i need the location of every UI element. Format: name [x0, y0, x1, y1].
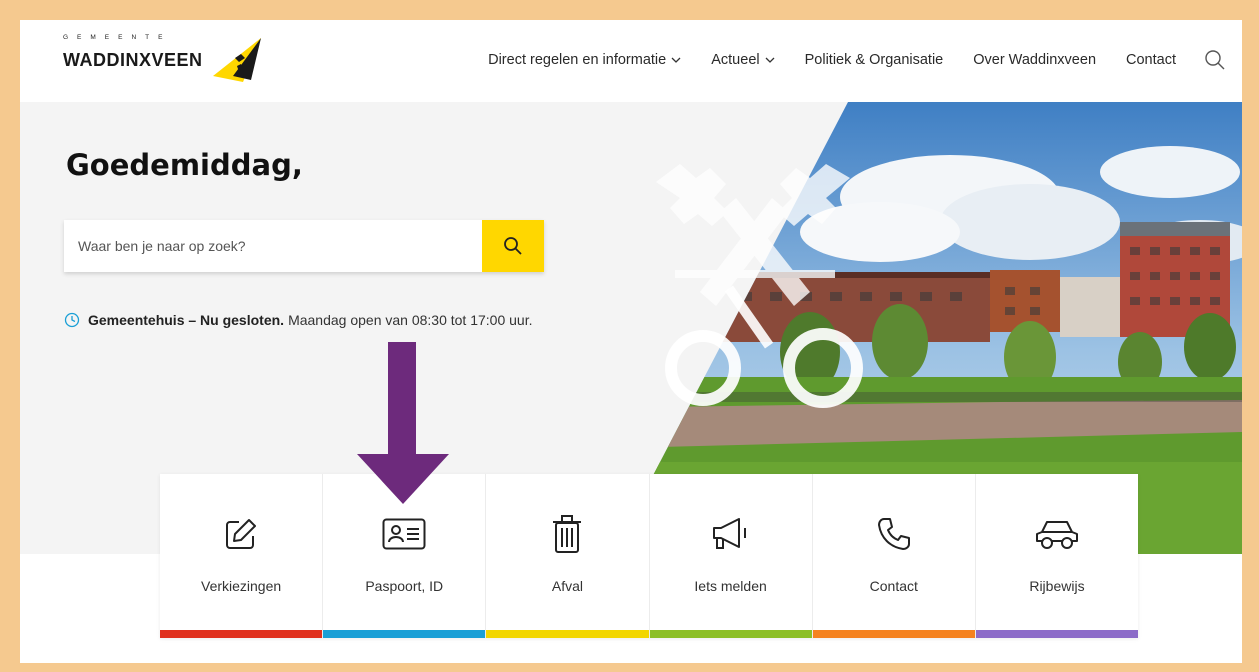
status-heading: Gemeentehuis – Nu gesloten.: [88, 312, 285, 328]
greeting-heading: Goedemiddag,: [66, 148, 303, 182]
tile-label: Paspoort, ID: [365, 578, 444, 594]
megaphone-icon: [711, 512, 751, 556]
tile-contact[interactable]: Contact: [812, 474, 976, 638]
main-navigation: Direct regelen en informatie Actueel Pol…: [488, 49, 1226, 71]
tile-afval[interactable]: Afval: [486, 474, 650, 638]
trash-icon: [552, 512, 582, 556]
chevron-down-icon: [765, 57, 775, 63]
search-button[interactable]: [482, 220, 544, 272]
tile-label: Rijbewijs: [1029, 578, 1085, 594]
tile-rijbewijs[interactable]: Rijbewijs: [975, 474, 1139, 638]
tile-label: Contact: [869, 578, 918, 594]
tile-color-bar: [323, 630, 486, 638]
id-card-icon: [382, 512, 426, 556]
tile-iets-melden[interactable]: Iets melden: [649, 474, 813, 638]
site-search: [64, 220, 544, 272]
page: GEMEENTE WADDINXVEEN Direct regelen en i…: [20, 20, 1242, 663]
phone-icon: [876, 512, 912, 556]
nav-label: Contact: [1126, 52, 1176, 68]
nav-label: Direct regelen en informatie: [488, 52, 667, 68]
clock-icon: [64, 312, 80, 328]
site-header: GEMEENTE WADDINXVEEN Direct regelen en i…: [20, 20, 1242, 102]
nav-over-waddinxveen[interactable]: Over Waddinxveen: [973, 52, 1096, 68]
tile-label: Iets melden: [694, 578, 767, 594]
search-input[interactable]: [64, 220, 482, 272]
tile-color-bar: [975, 630, 1139, 638]
nav-contact[interactable]: Contact: [1126, 52, 1176, 68]
nav-direct-regelen[interactable]: Direct regelen en informatie: [488, 52, 681, 68]
nav-politiek-organisatie[interactable]: Politiek & Organisatie: [805, 52, 944, 68]
tile-label: Verkiezingen: [201, 578, 282, 594]
edit-icon: [224, 512, 258, 556]
opening-status: Gemeentehuis – Nu gesloten. Maandag open…: [64, 312, 532, 328]
tile-color-bar: [649, 630, 812, 638]
chevron-down-icon: [671, 57, 681, 63]
site-logo[interactable]: GEMEENTE WADDINXVEEN: [63, 34, 263, 84]
tile-color-bar: [812, 630, 975, 638]
tile-color-bar: [486, 630, 649, 638]
annotation-arrow: [357, 342, 449, 504]
car-icon: [1033, 512, 1081, 556]
logo-title: WADDINXVEEN: [63, 50, 203, 70]
tile-label: Afval: [551, 578, 583, 594]
nav-label: Actueel: [711, 52, 760, 68]
status-hours: Maandag open van 08:30 tot 17:00 uur.: [288, 312, 533, 328]
tile-verkiezingen[interactable]: Verkiezingen: [160, 474, 324, 638]
nav-label: Over Waddinxveen: [973, 52, 1097, 68]
nav-actueel[interactable]: Actueel: [711, 52, 775, 68]
tile-color-bar: [160, 630, 323, 638]
nav-label: Politiek & Organisatie: [804, 52, 944, 68]
search-icon: [504, 237, 522, 255]
logo-mark-icon: [213, 38, 261, 82]
search-icon[interactable]: [1204, 49, 1226, 71]
logo-subtitle: GEMEENTE: [63, 34, 172, 41]
quick-links: Verkiezingen Paspoort, ID Afval Iets mel…: [160, 474, 1139, 638]
